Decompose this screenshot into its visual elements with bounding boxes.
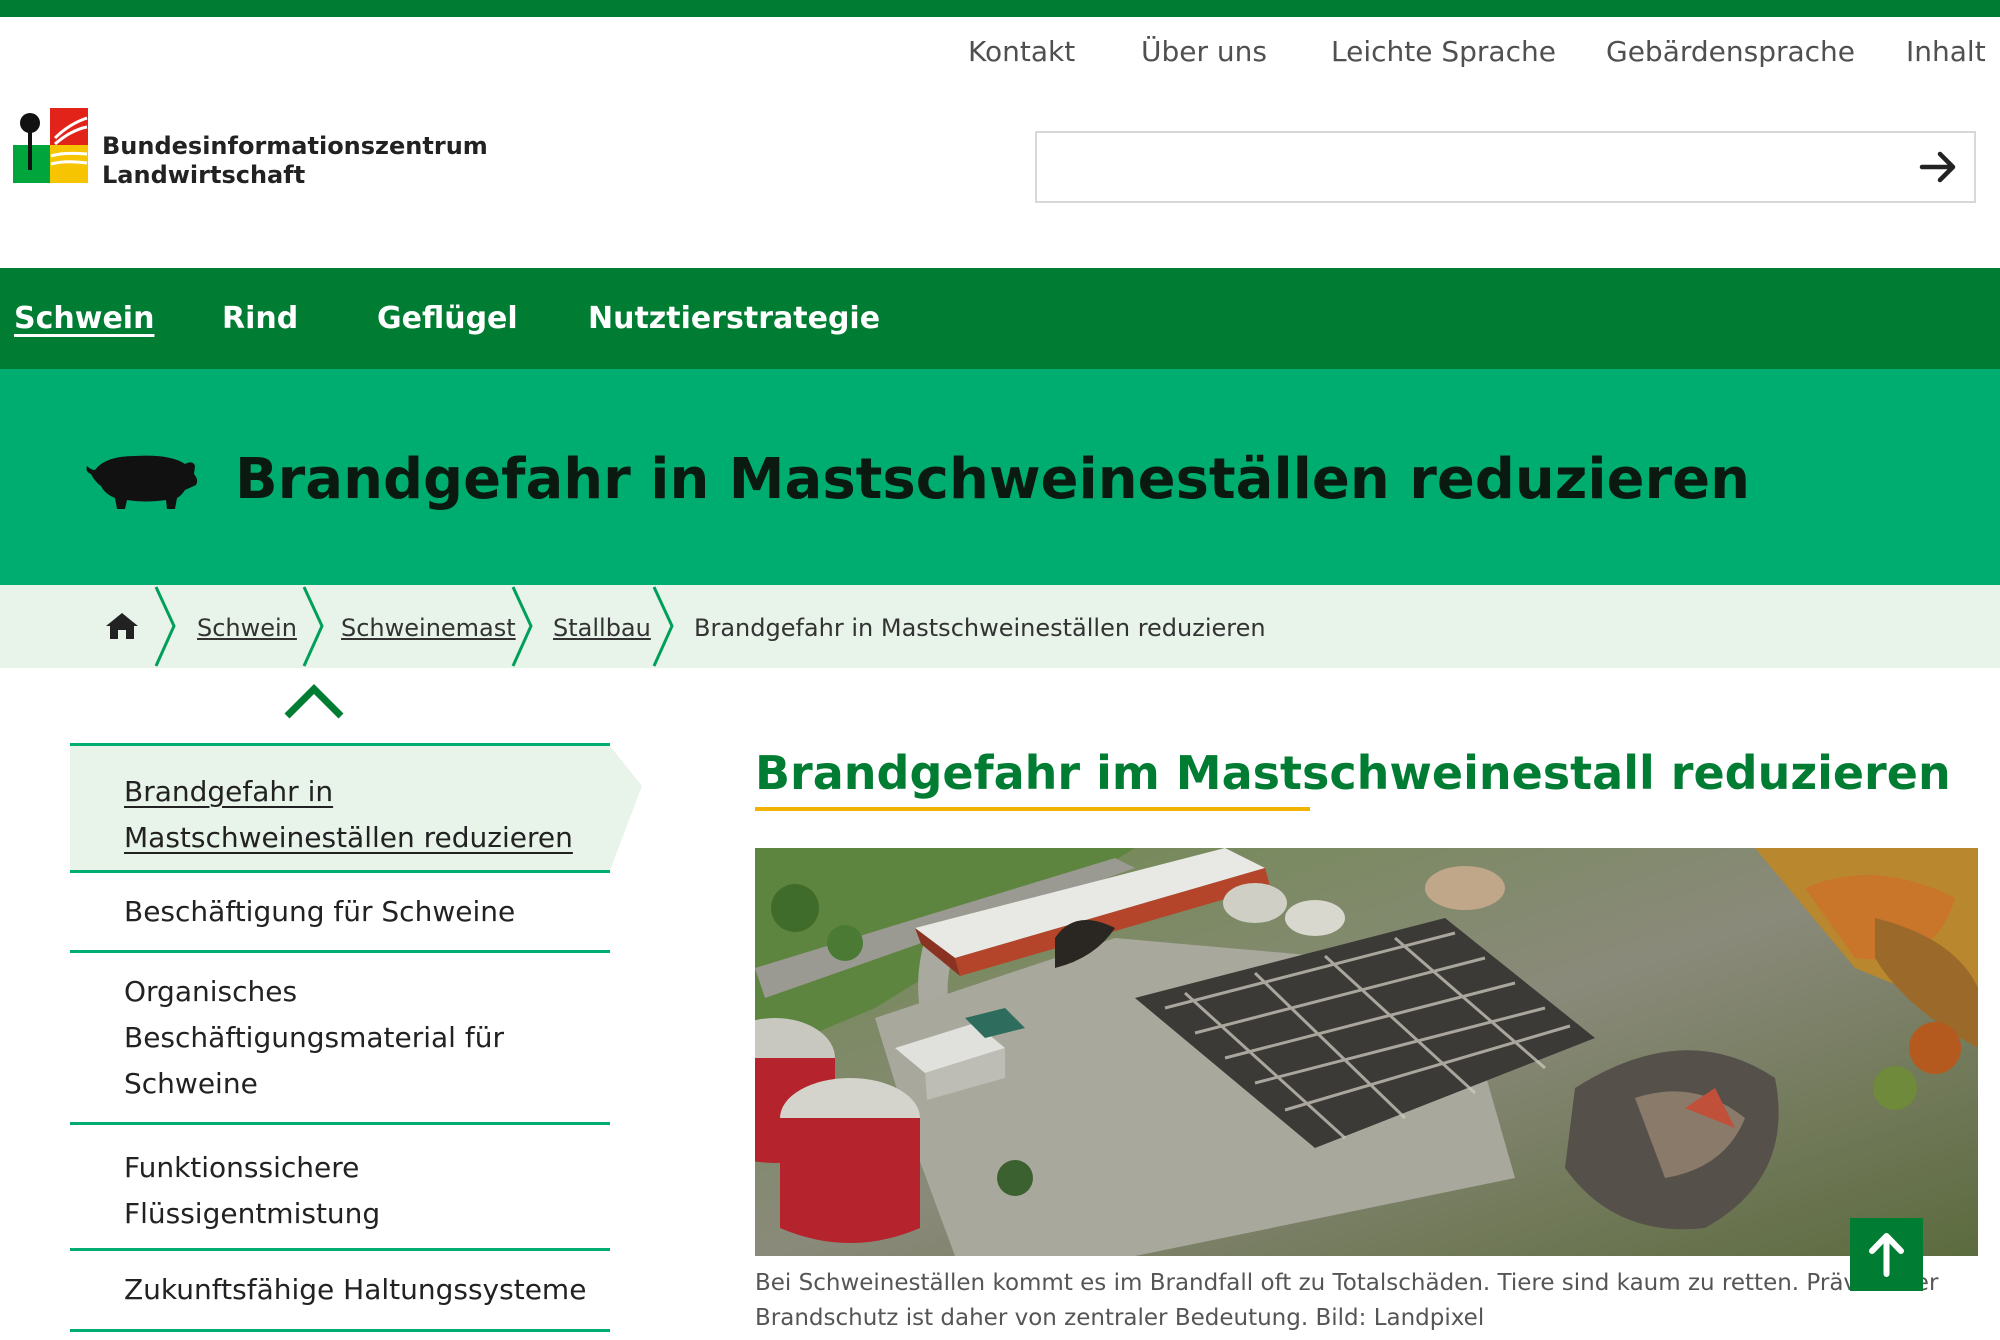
nav-item-nutztierstrategie[interactable]: Nutztierstrategie <box>588 268 880 369</box>
breadcrumb-home[interactable] <box>104 611 140 641</box>
sidebar-item-haltungssysteme[interactable]: Zukunftsfähige Haltungssysteme <box>70 1251 610 1328</box>
top-strip <box>0 0 2000 17</box>
sidebar-item-fluessigentmistung[interactable]: Funktionssichere Flüssigentmistung <box>70 1125 610 1247</box>
breadcrumb-separator-icon <box>652 586 674 667</box>
arrow-up-icon <box>1869 1233 1904 1277</box>
caption-line-2: Brandschutz ist daher von zentraler Bede… <box>755 1305 1485 1331</box>
breadcrumb-separator-icon <box>154 586 176 667</box>
pig-icon <box>86 455 198 509</box>
sidebar-item-organisches-material[interactable]: Organisches Beschäftigungsmaterial für S… <box>70 953 610 1121</box>
active-item-pointer <box>610 746 642 870</box>
sidebar-divider <box>70 1329 610 1332</box>
sidebar-item-label: Mastschweineställen reduzieren <box>124 821 573 854</box>
service-nav: Kontakt Über uns Leichte Sprache Gebärde… <box>0 30 2000 74</box>
main-nav: Schwein Rind Geflügel Nutztierstrategie <box>0 268 2000 369</box>
sidebar-item-label: Beschäftigung für Schweine <box>124 895 516 928</box>
breadcrumb-item-schwein[interactable]: Schwein <box>197 611 297 645</box>
arrow-right-icon <box>1919 151 1956 183</box>
service-link-ueber-uns[interactable]: Über uns <box>1141 30 1267 74</box>
breadcrumb-item-schweinemast[interactable]: Schweinemast <box>341 611 516 645</box>
article-title: Brandgefahr im Mastschweinestall reduzie… <box>755 746 1951 800</box>
service-link-gebaerdensprache[interactable]: Gebärdensprache <box>1606 30 1855 74</box>
breadcrumb-separator-icon <box>302 586 324 667</box>
sidebar-item-label: Brandgefahr in <box>124 775 334 808</box>
photo-caption: Bei Schweineställen kommt es im Brandfal… <box>755 1266 1975 1336</box>
service-link-inhalt[interactable]: Inhalt <box>1906 30 1986 74</box>
caption-line-1: Bei Schweineställen kommt es im Brandfal… <box>755 1270 1939 1296</box>
nav-item-gefluegel[interactable]: Geflügel <box>377 268 518 369</box>
breadcrumb-current: Brandgefahr in Mastschweineställen reduz… <box>694 614 1266 642</box>
service-link-kontakt[interactable]: Kontakt <box>968 30 1075 74</box>
sidebar-item-beschaeftigung[interactable]: Beschäftigung für Schweine <box>70 873 610 950</box>
nav-item-rind[interactable]: Rind <box>222 268 298 369</box>
page-title: Brandgefahr in Mastschweineställen reduz… <box>235 447 1750 512</box>
chevron-up-icon <box>284 684 344 719</box>
back-to-top-button[interactable] <box>1850 1218 1923 1291</box>
sidebar-item-label: Organisches <box>124 975 298 1008</box>
sidebar-item-label: Flüssigentmistung <box>124 1197 381 1230</box>
logo-line-2: Landwirtschaft <box>102 161 306 189</box>
sidebar-item-label: Zukunftsfähige Haltungssysteme <box>124 1273 587 1306</box>
logo-mark-icon <box>13 108 88 183</box>
sidebar-item-brandgefahr[interactable]: Brandgefahr in Mastschweineställen reduz… <box>70 746 610 870</box>
sidebar-item-label: Schweine <box>124 1067 258 1100</box>
sidebar-item-label: Beschäftigungsmaterial für <box>124 1021 504 1054</box>
search-input[interactable] <box>1037 133 1897 201</box>
home-icon <box>106 613 138 639</box>
sidebar-item-label: Funktionssichere <box>124 1151 360 1184</box>
site-logo[interactable] <box>13 108 88 183</box>
search-submit-button[interactable] <box>1912 142 1964 192</box>
article-photo <box>755 848 1978 1256</box>
search-box <box>1035 131 1976 203</box>
sidebar-collapse-button[interactable] <box>283 683 345 721</box>
title-underline <box>755 807 1310 811</box>
logo-line-1: Bundesinformationszentrum <box>102 132 488 160</box>
breadcrumb-separator-icon <box>511 586 533 667</box>
breadcrumb-item-stallbau[interactable]: Stallbau <box>553 611 651 645</box>
nav-item-schwein[interactable]: Schwein <box>14 268 154 369</box>
burnt-barn-aerial-photo <box>755 848 1978 1256</box>
service-link-leichte-sprache[interactable]: Leichte Sprache <box>1331 30 1556 74</box>
logo-wordmark: Bundesinformationszentrum Landwirtschaft <box>102 132 488 190</box>
